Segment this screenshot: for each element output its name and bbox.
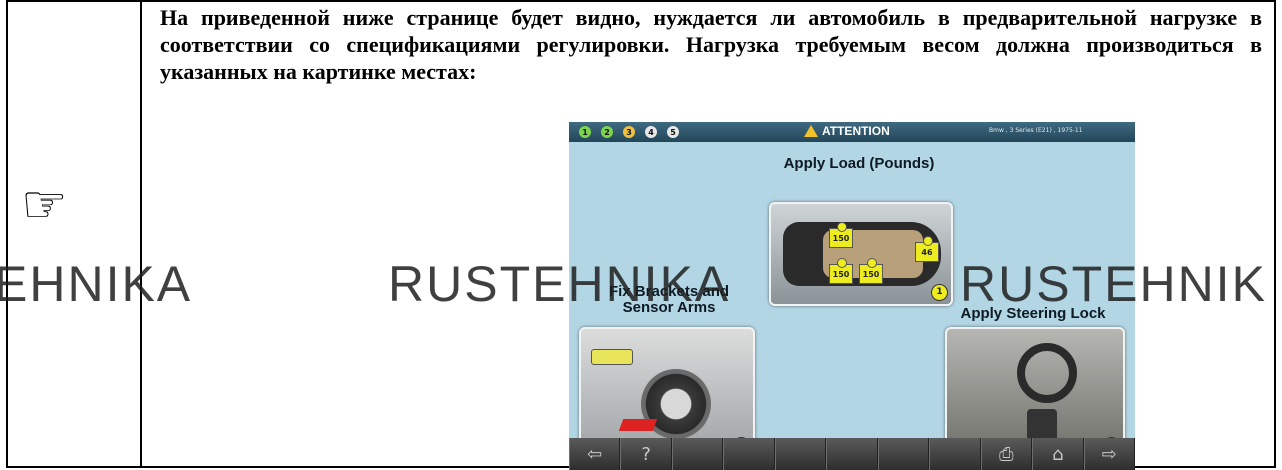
steering-wheel-image bbox=[1017, 343, 1077, 403]
forward-arrow-icon[interactable]: ⇨ bbox=[1083, 438, 1135, 470]
empty-toolbar-button[interactable] bbox=[877, 438, 930, 470]
attention-header: ATTENTION bbox=[804, 124, 890, 138]
empty-toolbar-button[interactable] bbox=[826, 438, 878, 470]
weight-marker: 46 bbox=[915, 236, 939, 262]
bottom-toolbar: ⇦ ? ⎙ ⌂ ⇨ bbox=[569, 438, 1135, 470]
load-panel-title: Apply Load (Pounds) bbox=[783, 155, 935, 172]
step-badge: 1 bbox=[931, 284, 948, 301]
content-cell: На приведенной ниже странице будет видно… bbox=[140, 0, 1276, 470]
steering-panel-title: Apply Steering Lock bbox=[960, 305, 1106, 322]
pointing-hand-icon: ☞ bbox=[21, 175, 68, 235]
aligner-screen: 1 2 3 4 5 ATTENTION Bmw , 3 Series (E21)… bbox=[569, 122, 1135, 470]
icon-cell: ☞ bbox=[6, 0, 142, 468]
level-sensor-image bbox=[591, 349, 633, 365]
empty-toolbar-button[interactable] bbox=[671, 438, 724, 470]
arrow-image bbox=[618, 419, 658, 431]
warning-icon bbox=[804, 125, 818, 137]
step-3-indicator[interactable]: 3 bbox=[623, 126, 635, 138]
home-icon[interactable]: ⌂ bbox=[1032, 438, 1084, 470]
weight-marker: 150 bbox=[859, 258, 883, 284]
print-icon[interactable]: ⎙ bbox=[980, 438, 1033, 470]
step-2-indicator[interactable]: 2 bbox=[601, 126, 613, 138]
screen-header: 1 2 3 4 5 ATTENTION Bmw , 3 Series (E21)… bbox=[569, 122, 1135, 142]
instruction-text: На приведенной ниже странице будет видно… bbox=[160, 5, 1262, 84]
help-icon[interactable]: ? bbox=[620, 438, 672, 470]
step-5-indicator[interactable]: 5 bbox=[667, 126, 679, 138]
empty-toolbar-button[interactable] bbox=[929, 438, 981, 470]
document-table: ☞ На приведенной ниже странице будет вид… bbox=[6, 0, 1276, 470]
empty-toolbar-button[interactable] bbox=[774, 438, 827, 470]
empty-toolbar-button[interactable] bbox=[723, 438, 775, 470]
brackets-title-line-2: Sensor Arms bbox=[622, 299, 716, 316]
step-1-indicator[interactable]: 1 bbox=[579, 126, 591, 138]
vehicle-info: Bmw , 3 Series (E21) , 1975-11 bbox=[989, 127, 1083, 134]
load-panel-image[interactable]: 150 150 150 46 1 bbox=[769, 202, 953, 306]
brackets-title-line-1: Fix Brackets and bbox=[608, 283, 730, 300]
step-4-indicator[interactable]: 4 bbox=[645, 126, 657, 138]
brackets-panel-title: Fix Brackets and Sensor Arms bbox=[589, 284, 749, 316]
attention-label: ATTENTION bbox=[822, 124, 890, 138]
weight-marker: 150 bbox=[829, 258, 853, 284]
back-arrow-icon[interactable]: ⇦ bbox=[569, 438, 621, 470]
weight-marker: 150 bbox=[829, 222, 853, 248]
